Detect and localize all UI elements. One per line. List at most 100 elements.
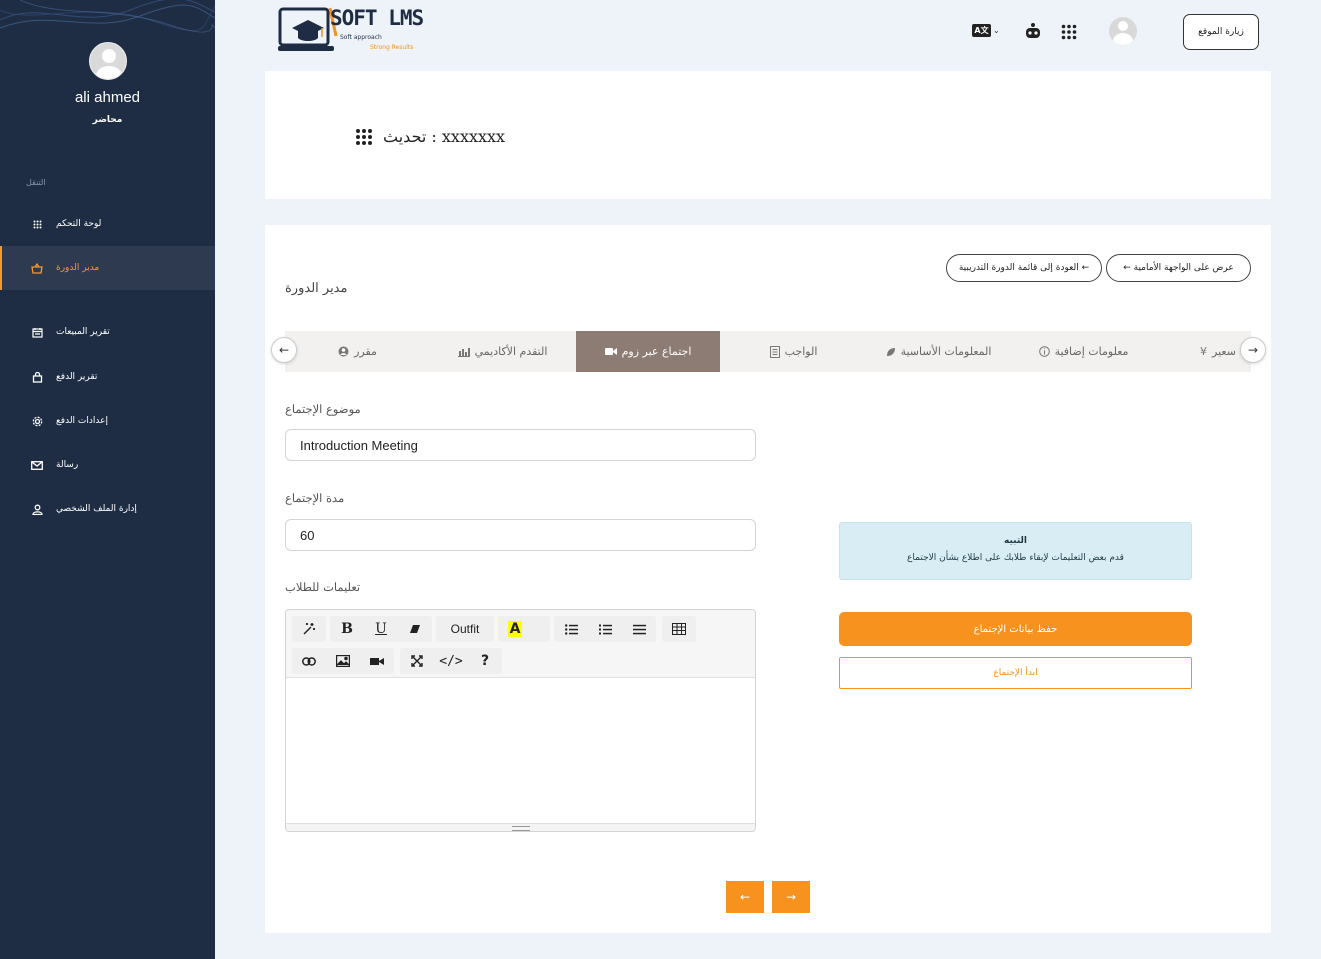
nav-heading: التنقل: [26, 178, 46, 187]
tab-label: اجتماع عبر زوم: [621, 345, 692, 358]
tab-label: الواجب: [784, 345, 818, 358]
logo-text: SOFT LMS: [330, 6, 424, 30]
robot-icon[interactable]: [1024, 23, 1042, 39]
align-icon[interactable]: [622, 616, 656, 642]
save-meeting-button[interactable]: حفظ بيانات الإجتماع: [839, 612, 1192, 646]
yen-icon: ¥: [1200, 345, 1207, 358]
page-title: تحديث : xxxxxxx: [355, 127, 505, 146]
language-switcher[interactable]: A文 ⌄: [972, 24, 1000, 37]
fullscreen-icon[interactable]: [400, 648, 434, 674]
instructions-label: تعليمات للطلاب: [285, 580, 361, 594]
course-tabs: مقرر التقدم الأكاديمي اجتماع عبر زوم الو…: [285, 331, 1251, 372]
eraser-icon[interactable]: [398, 616, 432, 642]
tab-curriculum[interactable]: مقرر: [285, 331, 430, 372]
logo-tagline: Strong Results: [370, 44, 414, 51]
translate-icon: A文: [972, 24, 991, 37]
tab-academic-progress[interactable]: التقدم الأكاديمي: [430, 331, 575, 372]
course-manager-card: العودة إلى قائمة الدورة التدريبية ← ← عر…: [265, 225, 1271, 933]
tab-label: المعلومات الأساسية: [900, 345, 992, 358]
section-label: مدير الدورة: [285, 281, 348, 296]
apps-grid-icon[interactable]: [1061, 24, 1077, 40]
bag-icon: [30, 370, 44, 384]
sidebar-item-dashboard[interactable]: لوحة التحكم: [0, 202, 215, 246]
tab-zoom-meeting[interactable]: اجتماع عبر زوم: [576, 331, 720, 372]
person-icon: [338, 346, 349, 357]
info-icon: [1038, 346, 1050, 357]
magic-wand-icon[interactable]: [292, 616, 326, 642]
editor-resize-handle[interactable]: [286, 823, 755, 831]
meeting-topic-label: موضوع الإجتماع: [285, 402, 361, 416]
video-icon[interactable]: [360, 648, 394, 674]
link-icon[interactable]: [292, 648, 326, 674]
sidebar: ali ahmed محاضر التنقل لوحة التحكم مدير …: [0, 0, 215, 959]
sidebar-item-label: إدارة الملف الشخصي: [56, 504, 137, 514]
tab-assignment[interactable]: الواجب: [721, 331, 866, 372]
next-step-button[interactable]: →: [772, 881, 810, 913]
alert-body: قدم بعض التعليمات لإبقاء طلابك على اطلاع…: [907, 553, 1124, 563]
sidebar-item-payment-report[interactable]: تقرير الدفع: [0, 355, 215, 399]
notice-alert: التبيه قدم بعض التعليمات لإبقاء طلابك عل…: [839, 522, 1192, 580]
avatar[interactable]: [88, 42, 127, 80]
grid-icon: [355, 128, 373, 146]
logo[interactable]: SOFT LMS Soft approach Strong Results: [278, 6, 428, 56]
sidebar-item-label: لوحة التحكم: [56, 219, 102, 229]
sidebar-item-label: إعدادات الدفع: [56, 416, 108, 426]
arrow-left-icon: ←: [739, 890, 751, 904]
user-role: محاضر: [92, 115, 123, 125]
tabs-scroll-right-button[interactable]: →: [1240, 337, 1266, 363]
code-view-icon[interactable]: </>: [434, 648, 468, 674]
user-avatar[interactable]: [1109, 17, 1137, 45]
back-to-course-list-button[interactable]: العودة إلى قائمة الدورة التدريبية ←: [946, 254, 1102, 282]
sidebar-item-label: رسالة: [56, 460, 79, 470]
sidebar-item-course-manager[interactable]: مدير الدورة: [0, 246, 215, 290]
table-icon[interactable]: [662, 616, 696, 642]
arrow-right-icon: →: [785, 890, 797, 904]
instructions-textarea[interactable]: [286, 678, 755, 824]
font-family-select[interactable]: Outfit: [436, 616, 494, 642]
visit-site-button[interactable]: زيارة الموقع: [1183, 14, 1259, 50]
bold-button[interactable]: B: [330, 616, 364, 642]
sidebar-item-label: مدير الدورة: [56, 263, 100, 273]
leaf-icon: [886, 347, 896, 357]
sidebar-item-label: تقرير المبيعات: [56, 327, 110, 337]
user-name: ali ahmed: [74, 89, 141, 106]
tab-basic-info[interactable]: المعلومات الأساسية: [866, 331, 1011, 372]
view-frontend-button[interactable]: ← عرض على الواجهة الأمامية: [1106, 254, 1251, 282]
editor-toolbar: B U Outfit A </> ?: [286, 610, 755, 678]
tab-label: معلومات إضافية: [1054, 345, 1129, 358]
tab-pricing[interactable]: ¥ سعير: [1156, 331, 1251, 372]
previous-step-button[interactable]: ←: [726, 881, 764, 913]
underline-button[interactable]: U: [364, 616, 398, 642]
sidebar-item-profile[interactable]: إدارة الملف الشخصي: [0, 487, 215, 531]
ordered-list-icon[interactable]: [588, 616, 622, 642]
sidebar-item-label: تقرير الدفع: [56, 372, 98, 382]
instructions-editor: B U Outfit A </> ?: [285, 609, 756, 832]
bullet-list-icon[interactable]: [554, 616, 588, 642]
sidebar-profile: ali ahmed محاضر: [0, 42, 215, 125]
tab-additional-info[interactable]: معلومات إضافية: [1011, 331, 1156, 372]
grid-icon: [30, 217, 44, 231]
tab-label: سعير: [1212, 345, 1236, 358]
sidebar-item-payment-settings[interactable]: إعدادات الدفع: [0, 399, 215, 443]
alert-title: التبيه: [1004, 536, 1027, 546]
meeting-duration-input[interactable]: [285, 519, 756, 551]
help-icon[interactable]: ?: [468, 648, 502, 674]
calendar-icon: [30, 325, 44, 339]
user-icon: [30, 502, 44, 516]
mail-icon: [30, 458, 44, 472]
basket-icon: [30, 261, 44, 275]
text-color-icon[interactable]: A: [498, 616, 532, 642]
logo-tagline: Soft approach: [340, 34, 382, 41]
gear-icon: [30, 414, 44, 428]
sidebar-item-message[interactable]: رسالة: [0, 443, 215, 487]
meeting-topic-input[interactable]: [285, 429, 756, 461]
sidebar-item-sales-report[interactable]: تقرير المبيعات: [0, 310, 215, 354]
meeting-duration-label: مدة الإجتماع: [285, 491, 345, 505]
title-card: تحديث : xxxxxxx: [265, 71, 1271, 199]
tab-label: مقرر: [354, 345, 377, 358]
tabs-scroll-left-button[interactable]: ←: [271, 337, 297, 363]
sidebar-decoration: [0, 0, 215, 40]
image-icon[interactable]: [326, 648, 360, 674]
chevron-down-icon: ⌄: [993, 26, 1000, 35]
start-meeting-button[interactable]: ابدأ الإجتماع: [839, 657, 1192, 689]
